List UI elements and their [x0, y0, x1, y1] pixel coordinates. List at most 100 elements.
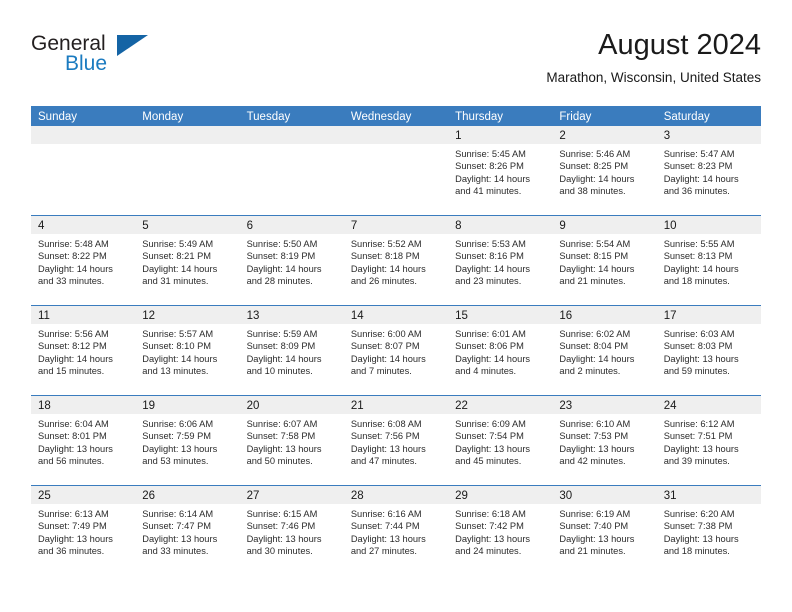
day-cell[interactable]: 23 Sunrise: 6:10 AM Sunset: 7:53 PM Dayligh…: [552, 396, 657, 485]
date-number: 9: [559, 220, 566, 232]
day-cell[interactable]: 21 Sunrise: 6:08 AM Sunset: 7:56 PM Dayligh…: [343, 396, 449, 485]
daylight-text: Daylight: 14 hours and 26 minutes.: [350, 263, 426, 287]
day-cell[interactable]: 24 Sunrise: 6:12 AM Sunset: 7:51 PM Dayligh…: [656, 396, 761, 485]
date-number: 31: [663, 490, 677, 502]
day-cell[interactable]: 2 Sunrise: 5:46 AM Sunset: 8:25 PM Daylight…: [552, 126, 657, 215]
day-cell[interactable]: 5 Sunrise: 5:49 AM Sunset: 8:21 PM Daylight…: [135, 216, 240, 305]
day-cell[interactable]: 12 Sunrise: 5:57 AM Sunset: 8:10 PM Dayligh…: [135, 306, 240, 395]
sunset-text: Sunset: 8:23 PM: [663, 161, 733, 172]
day-info: Sunrise: 6:14 AM Sunset: 7:47 PM Daylight:…: [135, 504, 239, 558]
sunset-text: Sunset: 7:54 PM: [455, 431, 524, 442]
sunset-text: Sunset: 7:44 PM: [350, 521, 420, 532]
sunrise-text: Sunrise: 6:00 AM: [350, 329, 422, 339]
date-band: 4: [31, 216, 136, 234]
page-title: August 2024: [598, 29, 761, 61]
date-number: 25: [38, 490, 51, 502]
sunset-text: Sunset: 7:59 PM: [142, 431, 212, 442]
day-cell[interactable]: 7 Sunrise: 5:52 AM Sunset: 8:18 PM Daylight…: [343, 216, 449, 305]
week-row: 11 Sunrise: 5:56 AM Sunset: 8:12 PM Dayligh…: [31, 305, 761, 395]
date-band: 22: [448, 396, 553, 414]
day-cell[interactable]: 16 Sunrise: 6:02 AM Sunset: 8:04 PM Dayligh…: [552, 306, 657, 395]
date-band: 9: [552, 216, 657, 234]
sunrise-text: Sunrise: 6:19 AM: [559, 509, 631, 519]
day-cell[interactable]: 6 Sunrise: 5:50 AM Sunset: 8:19 PM Daylight…: [239, 216, 344, 305]
day-cell[interactable]: 14 Sunrise: 6:00 AM Sunset: 8:07 PM Dayligh…: [343, 306, 449, 395]
daylight-text: Daylight: 14 hours and 21 minutes.: [559, 263, 635, 287]
day-info: Sunrise: 5:53 AM Sunset: 8:16 PM Daylight:…: [448, 234, 552, 288]
date-number: 11: [38, 310, 50, 322]
date-band: 21: [343, 396, 449, 414]
sunset-text: Sunset: 8:07 PM: [350, 341, 420, 352]
date-band: 7: [343, 216, 449, 234]
day-cell[interactable]: 19 Sunrise: 6:06 AM Sunset: 7:59 PM Dayligh…: [135, 396, 240, 485]
date-number: 14: [350, 310, 364, 322]
weekday-header-saturday: Saturday: [663, 111, 710, 123]
weekday-header-wednesday: Wednesday: [350, 111, 412, 123]
day-cell[interactable]: 27 Sunrise: 6:15 AM Sunset: 7:46 PM Dayligh…: [239, 486, 344, 575]
day-info: Sunrise: 5:55 AM Sunset: 8:13 PM Daylight:…: [657, 234, 761, 288]
day-cell[interactable]: 4 Sunrise: 5:48 AM Sunset: 8:22 PM Daylight…: [31, 216, 136, 305]
date-number: 27: [246, 490, 260, 502]
day-cell[interactable]: 26 Sunrise: 6:14 AM Sunset: 7:47 PM Dayligh…: [135, 486, 240, 575]
weekday-header-friday: Friday: [559, 111, 592, 123]
day-cell[interactable]: 20 Sunrise: 6:07 AM Sunset: 7:58 PM Dayligh…: [239, 396, 344, 485]
date-band: 30: [552, 486, 657, 504]
day-cell[interactable]: 17 Sunrise: 6:03 AM Sunset: 8:03 PM Dayligh…: [656, 306, 761, 395]
date-number: 2: [559, 130, 566, 142]
sunrise-text: Sunrise: 6:15 AM: [246, 509, 318, 519]
day-info: Sunrise: 5:48 AM Sunset: 8:22 PM Daylight:…: [31, 234, 135, 288]
day-cell[interactable]: 8 Sunrise: 5:53 AM Sunset: 8:16 PM Daylight…: [448, 216, 553, 305]
weekday-header-row: Sunday Monday Tuesday Wednesday Thursday…: [31, 106, 761, 126]
day-info: Sunrise: 5:59 AM Sunset: 8:09 PM Daylight:…: [240, 324, 344, 378]
day-cell[interactable]: 9 Sunrise: 5:54 AM Sunset: 8:15 PM Daylight…: [552, 216, 657, 305]
day-cell[interactable]: 3 Sunrise: 5:47 AM Sunset: 8:23 PM Daylight…: [656, 126, 761, 215]
day-cell[interactable]: 31 Sunrise: 6:20 AM Sunset: 7:38 PM Dayligh…: [656, 486, 761, 575]
date-band: 23: [552, 396, 657, 414]
daylight-text: Daylight: 14 hours and 10 minutes.: [246, 353, 322, 377]
sunrise-text: Sunrise: 6:07 AM: [246, 419, 318, 429]
date-band: 6: [239, 216, 344, 234]
date-number: 10: [663, 220, 677, 232]
sunset-text: Sunset: 8:18 PM: [350, 251, 420, 262]
date-band: 17: [656, 306, 761, 324]
calendar-page: General Blue August 2024 Marathon, Wisco…: [0, 0, 792, 612]
sunrise-text: Sunrise: 5:47 AM: [663, 149, 735, 159]
day-info: Sunrise: 6:16 AM Sunset: 7:44 PM Daylight:…: [344, 504, 448, 558]
date-number: 8: [455, 220, 462, 232]
date-number: 30: [559, 490, 573, 502]
daylight-text: Daylight: 13 hours and 21 minutes.: [559, 533, 635, 557]
sunset-text: Sunset: 7:53 PM: [559, 431, 629, 442]
day-cell[interactable]: 10 Sunrise: 5:55 AM Sunset: 8:13 PM Dayligh…: [656, 216, 761, 305]
date-number: 24: [663, 400, 677, 412]
day-cell[interactable]: 30 Sunrise: 6:19 AM Sunset: 7:40 PM Dayligh…: [552, 486, 657, 575]
day-info: Sunrise: 6:01 AM Sunset: 8:06 PM Daylight:…: [448, 324, 552, 378]
daylight-text: Daylight: 14 hours and 18 minutes.: [663, 263, 739, 287]
daylight-text: Daylight: 14 hours and 36 minutes.: [663, 173, 739, 197]
day-info: Sunrise: 5:52 AM Sunset: 8:18 PM Daylight:…: [344, 234, 448, 288]
general-blue-logo[interactable]: General Blue: [31, 32, 211, 86]
sunrise-text: Sunrise: 6:06 AM: [142, 419, 214, 429]
day-cell[interactable]: 1 Sunrise: 5:45 AM Sunset: 8:26 PM Daylight…: [448, 126, 553, 215]
daylight-text: Daylight: 14 hours and 38 minutes.: [559, 173, 635, 197]
day-cell[interactable]: 15 Sunrise: 6:01 AM Sunset: 8:06 PM Dayligh…: [448, 306, 553, 395]
day-cell[interactable]: 28 Sunrise: 6:16 AM Sunset: 7:44 PM Dayligh…: [343, 486, 449, 575]
day-info: Sunrise: 6:02 AM Sunset: 8:04 PM Daylight:…: [552, 324, 656, 378]
daylight-text: Daylight: 13 hours and 39 minutes.: [663, 443, 739, 467]
sunrise-text: Sunrise: 5:49 AM: [142, 239, 214, 249]
date-number: 6: [246, 220, 253, 232]
location-subtitle: Marathon, Wisconsin, United States: [546, 70, 761, 85]
daylight-text: Daylight: 13 hours and 27 minutes.: [350, 533, 426, 557]
day-cell[interactable]: 29 Sunrise: 6:18 AM Sunset: 7:42 PM Dayligh…: [448, 486, 553, 575]
sunrise-text: Sunrise: 6:12 AM: [663, 419, 735, 429]
logo-text-blue: Blue: [65, 52, 108, 75]
day-cell[interactable]: 11 Sunrise: 5:56 AM Sunset: 8:12 PM Dayligh…: [31, 306, 136, 395]
sunset-text: Sunset: 7:40 PM: [559, 521, 629, 532]
title-block: August 2024 Marathon, Wisconsin, United …: [546, 28, 761, 87]
daylight-text: Daylight: 13 hours and 33 minutes.: [142, 533, 218, 557]
date-band: 12: [135, 306, 240, 324]
day-cell[interactable]: 22 Sunrise: 6:09 AM Sunset: 7:54 PM Dayligh…: [448, 396, 553, 485]
day-cell[interactable]: 25 Sunrise: 6:13 AM Sunset: 7:49 PM Dayligh…: [31, 486, 136, 575]
day-cell[interactable]: 13 Sunrise: 5:59 AM Sunset: 8:09 PM Dayligh…: [239, 306, 344, 395]
date-band: 2: [552, 126, 657, 144]
day-cell[interactable]: 18 Sunrise: 6:04 AM Sunset: 8:01 PM Dayligh…: [31, 396, 136, 485]
